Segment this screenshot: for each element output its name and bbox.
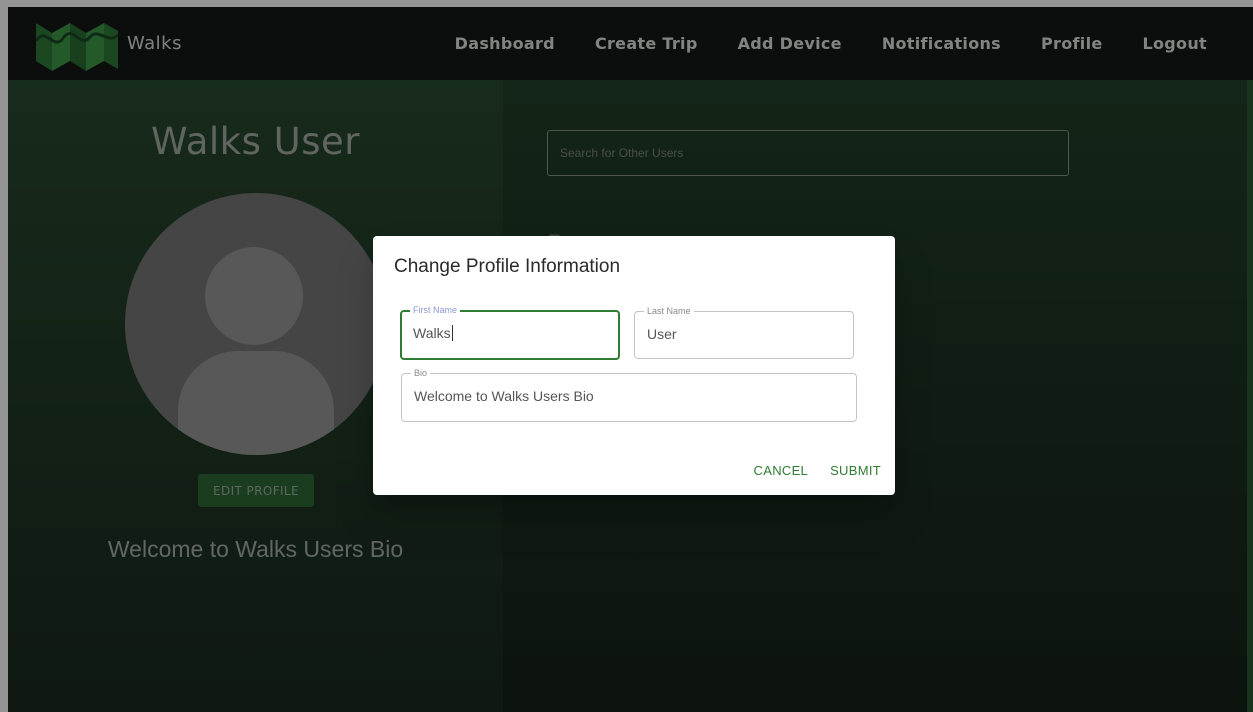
bio-value[interactable]: Welcome to Walks Users Bio	[414, 388, 594, 404]
first-name-text: Walks	[413, 325, 451, 341]
text-caret	[451, 325, 453, 341]
first-name-value[interactable]: Walks	[413, 325, 453, 341]
bio-label: Bio	[411, 367, 431, 379]
bio-field[interactable]: Bio Welcome to Walks Users Bio	[401, 367, 857, 422]
cancel-button[interactable]: CANCEL	[754, 463, 809, 478]
submit-button[interactable]: SUBMIT	[830, 463, 881, 478]
last-name-field[interactable]: Last Name User	[634, 305, 854, 359]
change-profile-dialog: Change Profile Information First Name Wa…	[373, 236, 895, 495]
last-name-label: Last Name	[644, 305, 694, 317]
dialog-actions: CANCEL SUBMIT	[754, 463, 881, 478]
first-name-field[interactable]: First Name Walks	[400, 304, 620, 360]
first-name-label: First Name	[410, 304, 461, 316]
dialog-title: Change Profile Information	[394, 256, 621, 277]
last-name-value[interactable]: User	[647, 326, 677, 342]
